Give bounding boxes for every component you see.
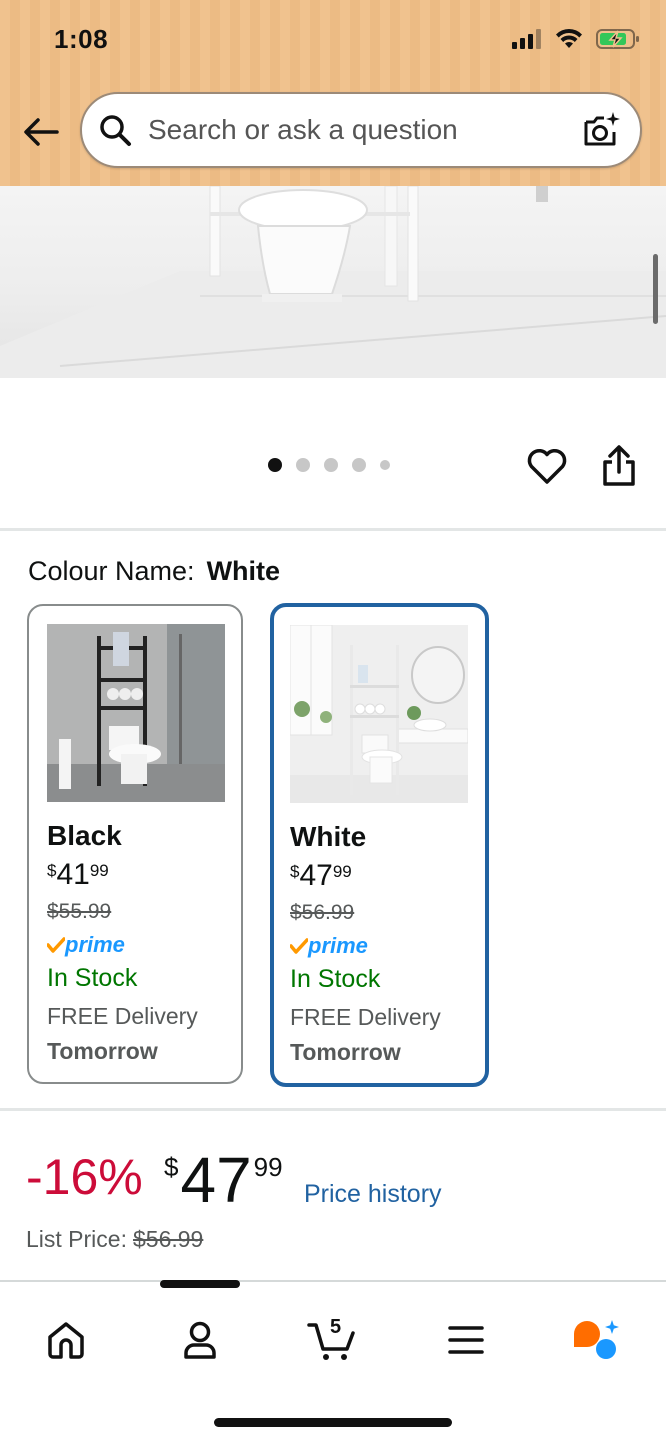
variant-swatch-white[interactable]: White $ 47 99 $56.99 prime In Stock FREE… xyxy=(270,603,489,1087)
price-fraction: 99 xyxy=(332,862,352,881)
wishlist-button[interactable] xyxy=(526,446,568,486)
price-fraction: 99 xyxy=(89,861,109,880)
share-icon xyxy=(603,445,635,486)
camera-sparkle-icon xyxy=(584,112,620,146)
pager-dot[interactable] xyxy=(352,458,366,472)
variant-image-white xyxy=(290,625,468,803)
product-main-image[interactable] xyxy=(0,186,666,378)
share-button[interactable] xyxy=(600,444,638,488)
back-button[interactable] xyxy=(20,112,62,152)
home-icon xyxy=(48,1322,84,1359)
availability: In Stock xyxy=(290,965,381,993)
scroll-indicator xyxy=(653,254,658,324)
was-price: $56.99 xyxy=(290,901,355,924)
nav-cart[interactable]: 5 xyxy=(302,1310,362,1370)
pager-dot[interactable] xyxy=(268,458,282,472)
cart-count-badge: 5 xyxy=(330,1316,342,1338)
home-indicator xyxy=(214,1418,452,1427)
rufus-ai-icon xyxy=(574,1320,619,1359)
section-divider xyxy=(0,1108,666,1111)
pager-dot[interactable] xyxy=(296,458,310,472)
image-pager[interactable] xyxy=(268,458,390,472)
variant-price: $ 47 99 xyxy=(290,859,485,893)
colour-name-label: Colour Name: White xyxy=(28,556,280,587)
availability: In Stock xyxy=(47,964,138,992)
price-symbol: $ xyxy=(47,861,57,880)
selected-colour: White xyxy=(206,556,281,586)
variant-price: $ 41 99 xyxy=(47,858,241,892)
bottom-nav: 5 xyxy=(0,1280,666,1440)
price-whole: 47 xyxy=(299,859,333,892)
price-symbol: $ xyxy=(290,862,300,881)
list-price-value: $56.99 xyxy=(132,1226,204,1252)
price-history-link[interactable]: Price history xyxy=(304,1180,442,1209)
wifi-icon xyxy=(556,28,582,48)
search-input[interactable] xyxy=(148,114,580,146)
search-bar[interactable] xyxy=(80,92,642,168)
variant-image-black xyxy=(47,624,225,802)
active-tab-indicator xyxy=(160,1280,240,1288)
status-time: 1:08 xyxy=(54,24,109,54)
pager-dot[interactable] xyxy=(324,458,338,472)
price-fraction: 99 xyxy=(253,1152,283,1182)
delivery-day: Tomorrow xyxy=(47,1038,158,1064)
account-icon xyxy=(184,1321,216,1359)
heart-icon xyxy=(527,449,567,484)
list-price: List Price: $56.99 xyxy=(26,1226,203,1253)
variant-name: White xyxy=(290,821,367,852)
app-header: 1:08 xyxy=(0,0,666,186)
price-symbol: $ xyxy=(164,1152,179,1182)
discount-percentage: -16% xyxy=(26,1149,143,1205)
prime-check-icon xyxy=(47,937,65,953)
price-whole: 41 xyxy=(56,858,90,891)
prime-check-icon xyxy=(290,938,308,954)
prime-badge: prime xyxy=(47,932,241,958)
nav-home[interactable] xyxy=(36,1310,96,1370)
variant-name: Black xyxy=(47,820,122,851)
delivery-text: FREE Delivery xyxy=(47,1003,198,1029)
was-price: $55.99 xyxy=(47,900,112,923)
current-price: $ 47 99 xyxy=(164,1144,283,1216)
cellular-signal-icon xyxy=(512,29,541,49)
nav-menu[interactable] xyxy=(436,1310,496,1370)
list-price-label: List Price: xyxy=(26,1226,127,1252)
battery-charging-icon xyxy=(596,29,639,49)
section-divider xyxy=(0,528,666,531)
delivery-day: Tomorrow xyxy=(290,1039,401,1065)
colour-label-text: Colour Name: xyxy=(28,556,195,586)
status-icons xyxy=(512,28,640,50)
menu-icon xyxy=(448,1326,484,1354)
prime-text: prime xyxy=(308,933,368,958)
delivery-text: FREE Delivery xyxy=(290,1004,441,1030)
nav-rufus[interactable] xyxy=(566,1310,626,1370)
price-whole: 47 xyxy=(180,1144,252,1216)
nav-account[interactable] xyxy=(170,1310,230,1370)
back-arrow-icon xyxy=(24,118,59,146)
camera-search-button[interactable] xyxy=(580,108,624,152)
variant-swatch-black[interactable]: Black $ 41 99 $55.99 prime In Stock FREE… xyxy=(27,604,243,1084)
prime-badge: prime xyxy=(290,933,485,959)
bathroom-scene-image xyxy=(0,186,666,378)
search-icon xyxy=(100,115,131,146)
prime-text: prime xyxy=(65,932,125,957)
pager-dot[interactable] xyxy=(380,460,390,470)
